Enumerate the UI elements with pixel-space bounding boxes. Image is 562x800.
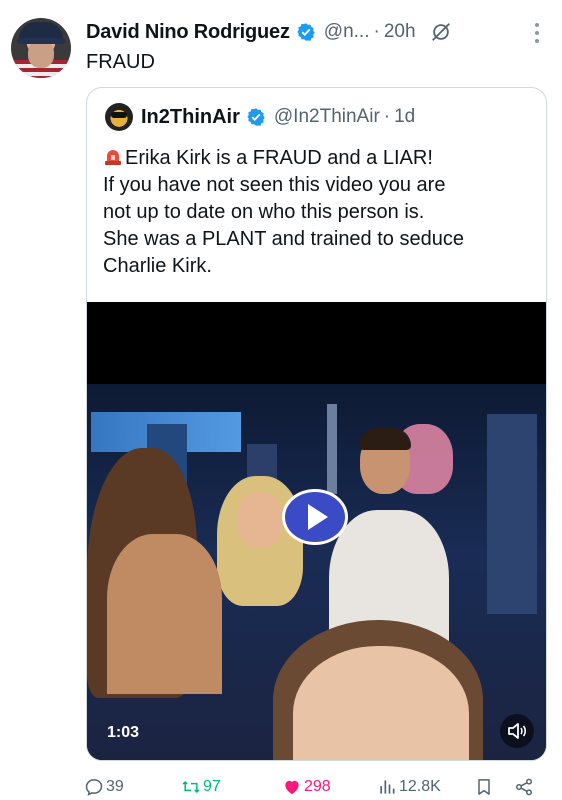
like-button[interactable]: 298 [282, 774, 331, 800]
quote-line: Erika Kirk is a FRAUD and a LIAR! [103, 145, 533, 172]
more-icon[interactable] [534, 22, 540, 44]
quote-author-handle[interactable]: @In2ThinAir [274, 106, 380, 128]
siren-icon [105, 150, 121, 165]
verified-badge-icon [297, 23, 315, 41]
post-text: FRAUD [86, 51, 155, 73]
repost-icon [182, 780, 200, 794]
author-avatar[interactable] [11, 18, 71, 78]
quote-author-avatar[interactable] [105, 103, 133, 131]
video-frame [87, 384, 546, 760]
separator-dot: · [383, 106, 391, 127]
quote-header: In2ThinAir @In2ThinAir · 1d [105, 103, 415, 131]
post-header: David Nino Rodriguez @n... · 20h [86, 18, 452, 46]
views-count: 12.8K [399, 778, 441, 795]
repost-count: 97 [203, 778, 221, 795]
quote-time[interactable]: 1d [394, 106, 415, 128]
mute-icon [508, 723, 527, 739]
quote-text: Erika Kirk is a FRAUD and a LIAR! If you… [103, 145, 533, 280]
reply-button[interactable]: 39 [84, 774, 124, 800]
share-icon [515, 778, 533, 796]
quote-line-text: Erika Kirk is a FRAUD and a LIAR! [125, 147, 433, 169]
bookmark-button[interactable] [474, 774, 496, 800]
action-bar: 39 97 298 12.8K [84, 774, 554, 800]
reply-count: 39 [106, 778, 124, 795]
play-icon [307, 504, 328, 530]
repost-button[interactable]: 97 [181, 774, 221, 800]
verified-badge-icon [247, 108, 265, 126]
separator-dot: · [373, 21, 380, 42]
reply-icon [85, 779, 103, 796]
video-duration: 1:03 [107, 724, 140, 741]
like-icon [285, 780, 299, 795]
share-button[interactable] [514, 774, 536, 800]
post-time[interactable]: 20h [384, 21, 416, 43]
quote-author-name[interactable]: In2ThinAir [141, 106, 240, 129]
author-name[interactable]: David Nino Rodriguez [86, 21, 290, 44]
quote-line: not up to date on who this person is. [103, 201, 425, 223]
views-icon [380, 780, 395, 794]
play-button[interactable] [282, 489, 348, 545]
grok-icon[interactable] [430, 21, 452, 43]
mute-button[interactable] [500, 714, 534, 748]
quote-line: If you have not seen this video you are [103, 174, 446, 196]
like-count: 298 [304, 778, 331, 795]
bookmark-icon [478, 779, 490, 795]
post: David Nino Rodriguez @n... · 20h FRAUD I… [0, 0, 562, 800]
video-player[interactable]: 1:03 [87, 302, 546, 760]
author-handle[interactable]: @n... [324, 21, 370, 43]
quoted-post[interactable]: In2ThinAir @In2ThinAir · 1d Erika Kirk i… [86, 87, 547, 761]
views-button[interactable]: 12.8K [377, 774, 441, 800]
quote-line: She was a PLANT and trained to seduce [103, 228, 464, 250]
quote-line: Charlie Kirk. [103, 255, 212, 277]
